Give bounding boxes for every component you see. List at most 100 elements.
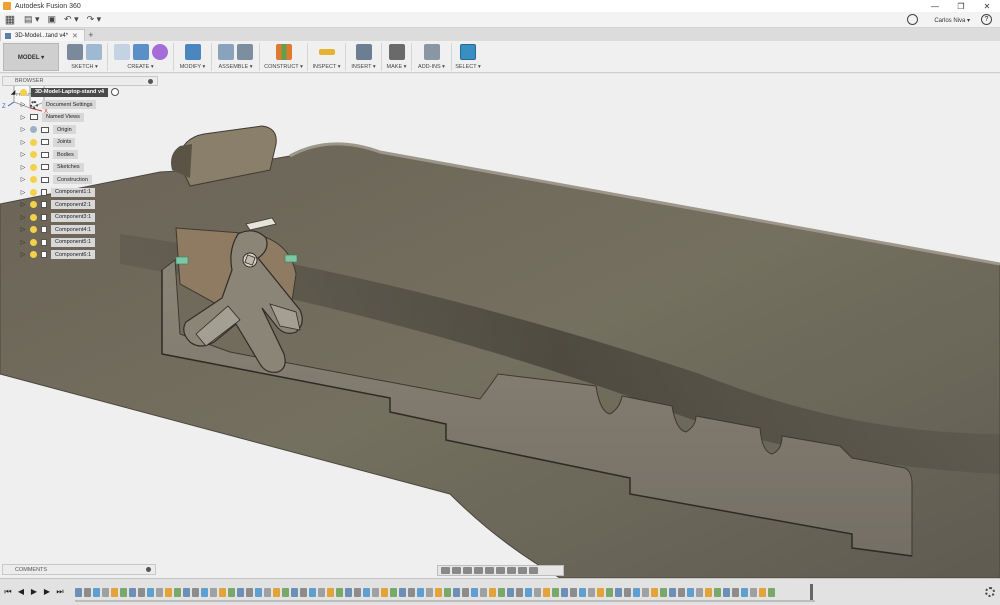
timeline-feature-icon[interactable]: [480, 587, 487, 597]
timeline-feature-icon[interactable]: [201, 587, 208, 597]
expand-triangle-icon[interactable]: ▷: [20, 227, 26, 233]
joint-marker-right[interactable]: [284, 254, 298, 263]
timeline-feature-icon[interactable]: [390, 587, 397, 597]
grid-settings-icon[interactable]: [518, 567, 527, 574]
tree-item-construction[interactable]: ▷ Construction: [2, 174, 158, 187]
display-settings-icon[interactable]: [507, 567, 516, 574]
timeline-feature-icon[interactable]: [102, 587, 109, 597]
timeline-feature-icon[interactable]: [444, 587, 451, 597]
data-panel-grid-icon[interactable]: ▦: [0, 12, 20, 28]
timeline-feature-icon[interactable]: [507, 587, 514, 597]
step-back-icon[interactable]: ◀: [17, 587, 25, 596]
joint-icon[interactable]: [237, 44, 253, 60]
look-at-icon[interactable]: [452, 567, 461, 574]
visibility-bulb-icon[interactable]: [30, 176, 37, 184]
save-icon[interactable]: ▣: [44, 12, 61, 28]
measure-icon[interactable]: [318, 49, 335, 55]
timeline-feature-icon[interactable]: [768, 587, 775, 597]
visibility-bulb-icon[interactable]: [30, 201, 37, 209]
timeline-feature-icon[interactable]: [669, 587, 676, 597]
inspect-group[interactable]: INSPECT ▾: [308, 43, 346, 71]
step-forward-icon[interactable]: ▶: [43, 587, 51, 596]
construct-group[interactable]: CONSTRUCT ▾: [260, 43, 308, 71]
expand-triangle-icon[interactable]: ▷: [20, 139, 26, 146]
timeline-marker[interactable]: [810, 584, 813, 600]
browser-pin-icon[interactable]: [148, 79, 153, 84]
timeline-feature-icon[interactable]: [192, 587, 199, 597]
tree-item-named-views[interactable]: ▷ Named Views: [2, 111, 158, 124]
timeline-feature-icon[interactable]: [696, 587, 703, 597]
timeline-feature-icon[interactable]: [381, 587, 388, 597]
expand-triangle-icon[interactable]: ▷: [20, 127, 26, 133]
timeline-feature-icon[interactable]: [759, 587, 766, 597]
viewports-icon[interactable]: [529, 567, 538, 574]
play-icon[interactable]: ▶: [30, 587, 38, 596]
timeline-feature-icon[interactable]: [516, 587, 523, 597]
timeline-feature-icon[interactable]: [84, 587, 91, 597]
offset-plane-icon[interactable]: [275, 44, 292, 60]
timeline-feature-icon[interactable]: [129, 587, 136, 597]
timeline-feature-icon[interactable]: [147, 587, 154, 597]
expand-triangle-icon[interactable]: ▷: [20, 102, 26, 108]
timeline-settings-gear-icon[interactable]: [985, 587, 995, 597]
root-component-node[interactable]: ◢ 3D-Model-Laptop-stand v4: [2, 86, 158, 99]
tree-item-component3[interactable]: ▷ Component3:1: [2, 211, 158, 224]
timeline-feature-icon[interactable]: [615, 587, 622, 597]
comments-pin-icon[interactable]: [146, 567, 151, 572]
visibility-bulb-icon[interactable]: [30, 251, 37, 259]
tree-item-component6[interactable]: ▷ Component6:1: [2, 249, 158, 262]
timeline-feature-icon[interactable]: [120, 587, 127, 597]
rectangle-icon[interactable]: [113, 44, 130, 60]
timeline-feature-icon[interactable]: [489, 587, 496, 597]
timeline-feature-icon[interactable]: [372, 587, 379, 597]
form-icon[interactable]: [151, 44, 168, 60]
timeline-feature-icon[interactable]: [228, 587, 235, 597]
new-tab-button[interactable]: +: [85, 29, 97, 41]
pan-icon[interactable]: [463, 567, 472, 574]
visibility-bulb-icon[interactable]: [30, 126, 37, 134]
tree-item-bodies[interactable]: ▷ Bodies: [2, 149, 158, 162]
timeline-feature-icon[interactable]: [291, 587, 298, 597]
timeline-feature-icon[interactable]: [687, 587, 694, 597]
visibility-bulb-icon[interactable]: [30, 226, 37, 234]
timeline-feature-icon[interactable]: [660, 587, 667, 597]
timeline-feature-icon[interactable]: [237, 587, 244, 597]
timeline-feature-icon[interactable]: [183, 587, 190, 597]
new-component-icon[interactable]: [218, 44, 234, 60]
timeline-feature-icon[interactable]: [606, 587, 613, 597]
timeline-feature-icon[interactable]: [705, 587, 712, 597]
timeline-feature-icon[interactable]: [156, 587, 163, 597]
timeline-feature-icon[interactable]: [354, 587, 361, 597]
timeline-feature-icon[interactable]: [642, 587, 649, 597]
go-to-start-icon[interactable]: ⏮: [4, 587, 12, 596]
assemble-group[interactable]: ASSEMBLE ▾: [212, 43, 260, 71]
make-group[interactable]: MAKE ▾: [382, 43, 412, 71]
timeline-feature-icon[interactable]: [363, 587, 370, 597]
timeline-feature-icon[interactable]: [741, 587, 748, 597]
timeline-feature-icon[interactable]: [570, 587, 577, 597]
expand-triangle-icon[interactable]: ▷: [20, 252, 26, 258]
tree-item-joints[interactable]: ▷ Joints: [2, 136, 158, 149]
expand-triangle-icon[interactable]: ▷: [20, 202, 26, 208]
create-group[interactable]: CREATE ▾: [108, 43, 174, 71]
add-ins-group[interactable]: ADD-INS ▾: [412, 43, 452, 71]
insert-group[interactable]: INSERT ▾: [346, 43, 382, 71]
tree-item-document-settings[interactable]: ▷ Document Settings: [2, 99, 158, 112]
timeline-feature-icon[interactable]: [525, 587, 532, 597]
timeline-feature-icon[interactable]: [408, 587, 415, 597]
timeline-feature-icon[interactable]: [453, 587, 460, 597]
expand-triangle-icon[interactable]: ▷: [20, 114, 26, 121]
timeline-feature-icon[interactable]: [138, 587, 145, 597]
scripts-addins-icon[interactable]: [423, 44, 440, 60]
undo-icon[interactable]: ↶ ▾: [60, 12, 83, 28]
select-arrow-icon[interactable]: [460, 44, 476, 60]
tab-close-icon[interactable]: ✕: [72, 32, 78, 40]
timeline-feature-icon[interactable]: [651, 587, 658, 597]
timeline-feature-icon[interactable]: [723, 587, 730, 597]
go-to-end-icon[interactable]: ⏭: [56, 587, 64, 596]
user-account-menu[interactable]: Carlos Niva ▾: [934, 12, 970, 28]
orbit-icon[interactable]: [441, 567, 450, 574]
expand-triangle-icon[interactable]: ▷: [20, 152, 26, 158]
joint-marker-left[interactable]: [175, 256, 189, 265]
timeline-feature-icon[interactable]: [327, 587, 334, 597]
